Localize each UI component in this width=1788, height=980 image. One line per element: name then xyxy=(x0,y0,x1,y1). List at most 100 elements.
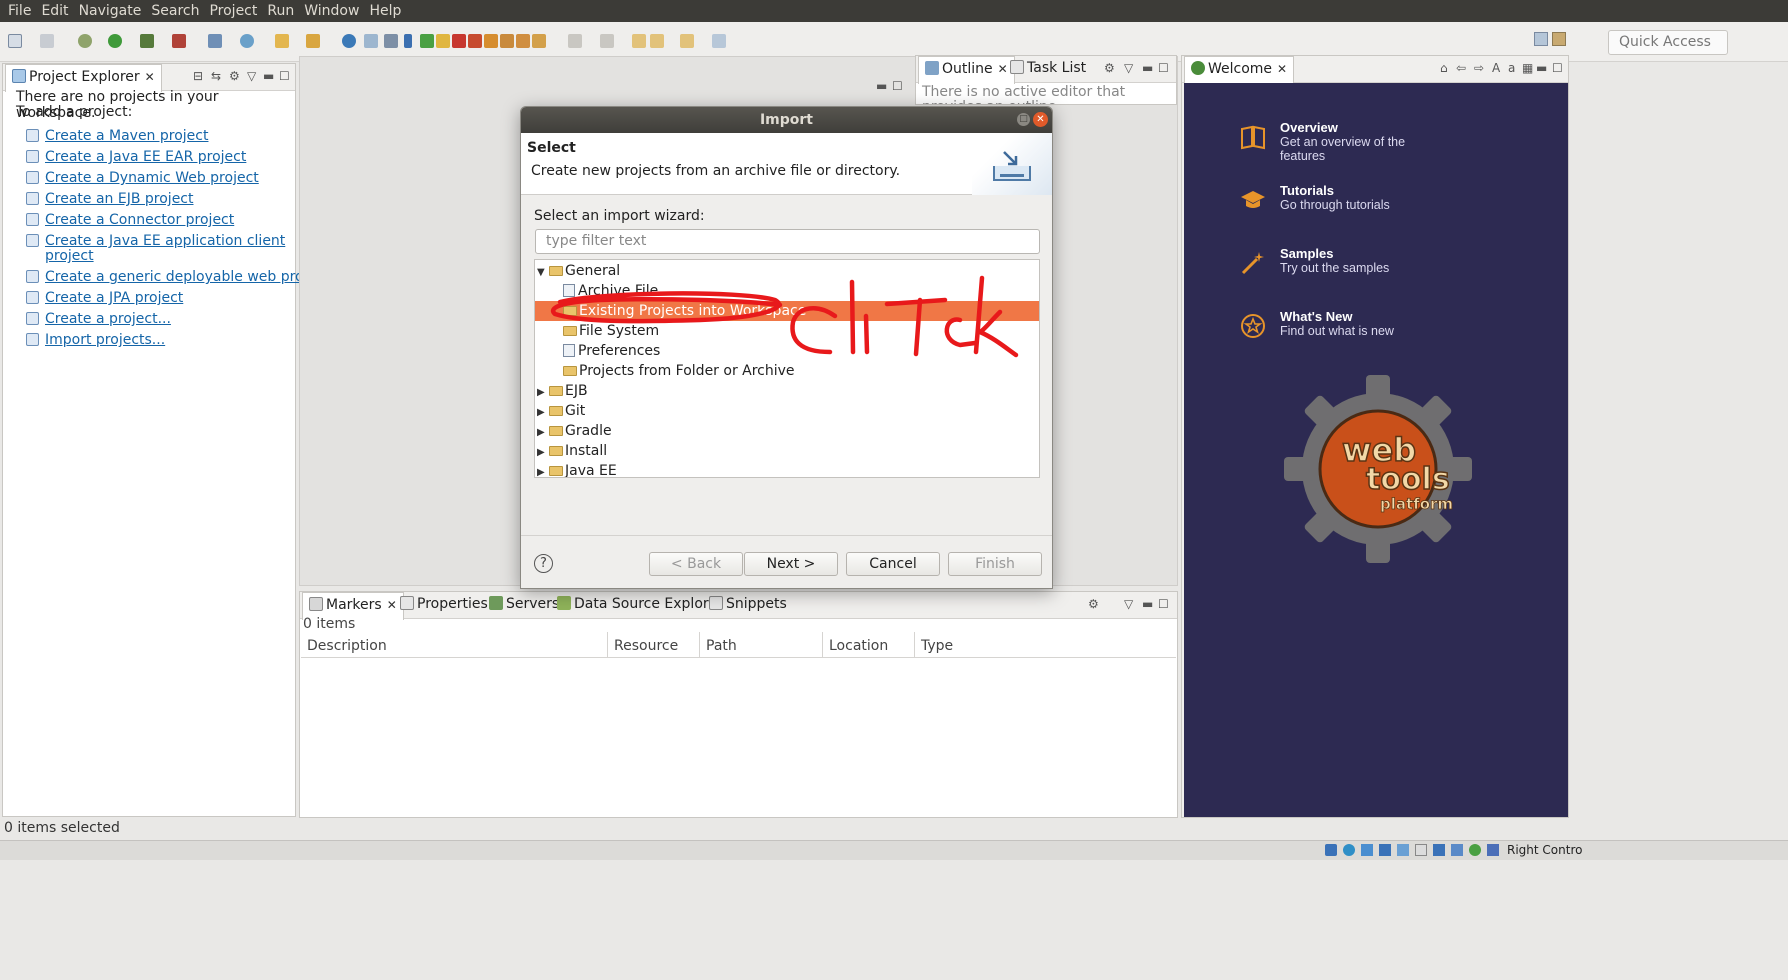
create-ear-project-link[interactable]: Create a Java EE EAR project xyxy=(26,149,246,165)
collapsed-arrow-icon[interactable]: ▶ xyxy=(537,423,549,443)
tree-node-projects-from-folder[interactable]: Projects from Folder or Archive xyxy=(563,361,795,381)
import-projects-link[interactable]: Import projects... xyxy=(26,332,165,348)
vm-audio-icon[interactable] xyxy=(1361,844,1373,856)
console-icon[interactable] xyxy=(384,34,398,48)
create-ejb-project-link[interactable]: Create an EJB project xyxy=(26,191,194,207)
vm-recording-icon[interactable] xyxy=(1451,844,1463,856)
menu-file[interactable]: File xyxy=(4,0,37,22)
editor-maximize-icon[interactable]: ☐ xyxy=(892,79,903,93)
cancel-button[interactable]: Cancel xyxy=(846,552,940,576)
tree-node-archive-file[interactable]: Archive File xyxy=(563,281,658,301)
next-annotation-icon[interactable] xyxy=(568,34,582,48)
menu-run[interactable]: Run xyxy=(263,0,300,22)
welcome-back-icon[interactable]: ⇦ xyxy=(1456,61,1466,75)
tree-node-gradle[interactable]: ▶ Gradle xyxy=(537,421,612,441)
step-into-icon[interactable] xyxy=(484,34,498,48)
maximize-icon[interactable]: ☐ xyxy=(1158,61,1169,75)
create-dynamic-web-project-link[interactable]: Create a Dynamic Web project xyxy=(26,170,259,186)
vm-usb-icon[interactable] xyxy=(1397,844,1409,856)
view-menu-icon[interactable]: ▽ xyxy=(1124,61,1133,75)
column-type[interactable]: Type xyxy=(915,632,1176,658)
quick-access-input[interactable]: Quick Access xyxy=(1608,30,1728,55)
collapsed-arrow-icon[interactable]: ▶ xyxy=(537,443,549,463)
dialog-titlebar[interactable]: Import □ ✕ xyxy=(521,107,1052,133)
tree-node-git[interactable]: ▶ Git xyxy=(537,401,585,421)
customize-page-icon[interactable]: ▦ xyxy=(1522,61,1533,75)
tree-node-ejb[interactable]: ▶ EJB xyxy=(537,381,588,401)
welcome-tutorials[interactable]: Tutorials Go through tutorials xyxy=(1241,183,1390,212)
filter-icon[interactable]: ⚙ xyxy=(1088,597,1099,611)
filter-icon[interactable]: ⚙ xyxy=(229,69,240,83)
create-app-client-project-link[interactable]: Create a Java EE application client xyxy=(26,233,285,249)
finish-button[interactable]: Finish xyxy=(948,552,1042,576)
menu-search[interactable]: Search xyxy=(147,0,205,22)
menu-edit[interactable]: Edit xyxy=(37,0,74,22)
collapse-all-icon[interactable]: ⊟ xyxy=(193,69,203,83)
suspend-icon[interactable] xyxy=(436,34,450,48)
minimize-icon[interactable]: ▬ xyxy=(1142,61,1153,75)
pin-editor-icon[interactable] xyxy=(712,34,726,48)
run-external-icon[interactable] xyxy=(140,34,154,48)
welcome-samples[interactable]: Samples Try out the samples xyxy=(1241,246,1389,275)
save-icon[interactable] xyxy=(40,34,54,48)
expanded-arrow-icon[interactable]: ▼ xyxy=(537,263,549,283)
stop-server-icon[interactable] xyxy=(172,34,186,48)
web-service-icon[interactable] xyxy=(240,34,254,48)
font-size-down-icon[interactable]: a xyxy=(1508,61,1515,75)
home-icon[interactable]: ⌂ xyxy=(1440,61,1448,75)
vm-disk-icon[interactable] xyxy=(1325,844,1337,856)
close-icon[interactable]: ✕ xyxy=(1277,62,1287,76)
minimize-icon[interactable]: ▬ xyxy=(1536,61,1547,75)
java-ee-perspective-icon[interactable] xyxy=(1552,32,1566,46)
help-icon[interactable]: ? xyxy=(534,554,553,573)
menu-navigate[interactable]: Navigate xyxy=(75,0,148,22)
minimize-icon[interactable]: ▬ xyxy=(1142,597,1153,611)
run-icon[interactable] xyxy=(108,34,122,48)
vm-optical-icon[interactable] xyxy=(1343,844,1355,856)
tab-task-list[interactable]: Task List xyxy=(1004,56,1092,83)
perspective-icon[interactable] xyxy=(364,34,378,48)
open-perspective-icon[interactable] xyxy=(1534,32,1548,46)
create-jpa-project-link[interactable]: Create a JPA project xyxy=(26,290,183,306)
open-type-icon[interactable] xyxy=(275,34,289,48)
maximize-icon[interactable]: ☐ xyxy=(1158,597,1169,611)
menu-help[interactable]: Help xyxy=(365,0,407,22)
create-connector-project-link[interactable]: Create a Connector project xyxy=(26,212,234,228)
create-project-link[interactable]: Create a project... xyxy=(26,311,171,327)
dialog-close-icon[interactable]: ✕ xyxy=(1033,112,1048,127)
welcome-whats-new[interactable]: What's New Find out what is new xyxy=(1241,309,1394,338)
forward-icon[interactable] xyxy=(680,34,694,48)
terminate-icon[interactable] xyxy=(452,34,466,48)
vm-mouse-icon[interactable] xyxy=(1487,844,1499,856)
disconnect-icon[interactable] xyxy=(468,34,482,48)
create-app-client-project-link-cont[interactable]: project xyxy=(45,248,94,264)
column-location[interactable]: Location xyxy=(823,632,915,658)
new-icon[interactable] xyxy=(8,34,22,48)
maximize-icon[interactable]: ☐ xyxy=(279,69,290,83)
maximize-icon[interactable]: ☐ xyxy=(1552,61,1563,75)
drop-frame-icon[interactable] xyxy=(532,34,546,48)
vm-display-icon[interactable] xyxy=(1433,844,1445,856)
globe-icon[interactable] xyxy=(342,34,356,48)
back-button[interactable]: < Back xyxy=(649,552,743,576)
create-maven-project-link[interactable]: Create a Maven project xyxy=(26,128,208,144)
tree-node-general[interactable]: ▼ General xyxy=(537,261,620,281)
filter-input[interactable]: type filter text xyxy=(535,229,1040,254)
vm-shared-folder-icon[interactable] xyxy=(1415,844,1427,856)
collapsed-arrow-icon[interactable]: ▶ xyxy=(537,403,549,423)
dialog-maximize-icon[interactable]: □ xyxy=(1017,113,1030,126)
tree-node-file-system[interactable]: File System xyxy=(563,321,659,341)
tab-outline[interactable]: Outline ✕ xyxy=(918,56,1015,84)
column-path[interactable]: Path xyxy=(700,632,823,658)
tree-node-preferences[interactable]: Preferences xyxy=(563,341,660,361)
outline-menu-icon[interactable]: ⚙ xyxy=(1104,61,1115,75)
search-tool-icon[interactable] xyxy=(306,34,320,48)
vm-network-icon[interactable] xyxy=(1379,844,1391,856)
new-server-icon[interactable] xyxy=(208,34,222,48)
welcome-overview[interactable]: Overview Get an overview of the features xyxy=(1241,120,1405,163)
prev-annotation-icon[interactable] xyxy=(600,34,614,48)
collapsed-arrow-icon[interactable]: ▶ xyxy=(537,463,549,477)
editor-minimize-icon[interactable]: ▬ xyxy=(876,79,887,93)
tree-node-existing-projects[interactable]: Existing Projects into Workspace xyxy=(563,301,806,321)
welcome-forward-icon[interactable]: ⇨ xyxy=(1474,61,1484,75)
